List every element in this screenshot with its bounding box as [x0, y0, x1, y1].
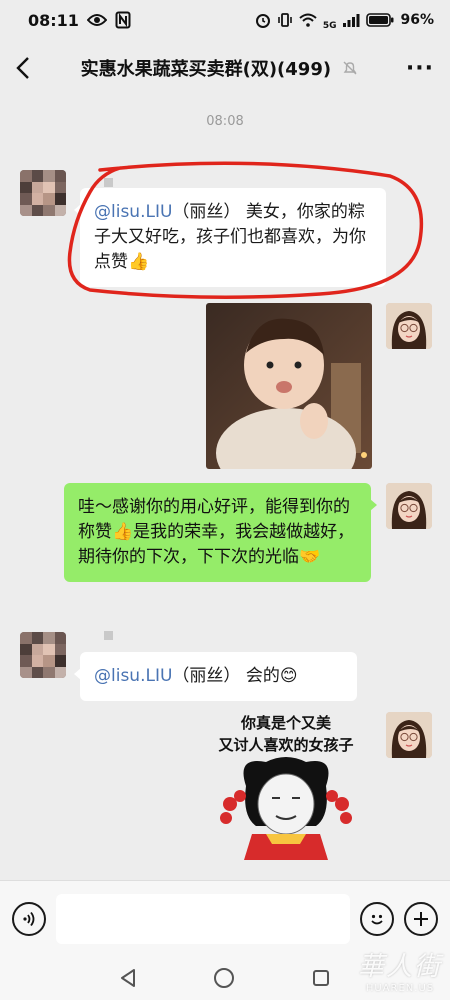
eye-icon — [86, 14, 107, 26]
message-input-bar — [0, 880, 450, 956]
chat-message-list[interactable]: 08:08 @lisu.LIU（丽丝） 美女，你家的粽子大又好吃，孩子们也都喜欢… — [0, 100, 450, 880]
bell-off-icon — [343, 61, 357, 75]
back-button[interactable] — [16, 53, 46, 83]
handshake-emoji: 🤝 — [299, 547, 321, 567]
circle-home-icon[interactable] — [213, 967, 235, 989]
vibrate-icon — [278, 13, 292, 27]
nfc-icon — [115, 11, 131, 29]
status-time: 08:11 — [28, 10, 79, 30]
chevron-left-icon — [16, 57, 29, 79]
avatar-sender-1[interactable] — [20, 632, 66, 678]
plus-icon — [414, 911, 428, 926]
avatar-sender-1[interactable] — [20, 170, 66, 216]
more-dots-icon: ··· — [405, 55, 434, 81]
avatar-self[interactable] — [386, 712, 432, 758]
photo-toddler-icon — [206, 303, 372, 469]
status-left: 08:11 — [28, 11, 131, 30]
sticker-caption-line-2: 又讨人喜欢的女孩子 — [218, 736, 354, 754]
mention-link[interactable]: @lisu.LIU — [94, 202, 172, 222]
image-message-toddler[interactable] — [206, 303, 372, 469]
status-right: 5G 96% — [255, 10, 434, 31]
smile-icon — [371, 914, 383, 924]
wifi-icon — [299, 13, 317, 27]
sticker-caption-line-1: 你真是个又美 — [240, 714, 331, 732]
network-type-label: 5G — [322, 20, 337, 31]
square-recent-icon[interactable] — [311, 968, 331, 988]
message-bubble-3[interactable]: 哇～感谢你的用心好评，能得到你的称赞👍是我的荣幸，我会越做越好，期待你的下次，下… — [64, 483, 377, 582]
message-bubble-4[interactable]: @lisu.LIU（丽丝） 会的😊 — [74, 652, 357, 701]
battery-icon — [366, 13, 394, 27]
message-text-input[interactable] — [56, 893, 350, 944]
chat-title-text: 实惠水果蔬菜买卖群(双)(499) — [80, 59, 332, 80]
chat-header: 实惠水果蔬菜买卖群(双)(499) ··· — [0, 40, 450, 96]
smile-emoji: 😊 — [279, 666, 298, 686]
more-functions-button[interactable] — [404, 901, 438, 936]
triangle-back-icon[interactable] — [119, 968, 137, 988]
meme-face-sticker-icon — [220, 757, 352, 860]
girl-avatar-icon — [386, 303, 432, 349]
thumbs-up-emoji: 👍 — [128, 252, 150, 272]
alarm-icon — [255, 14, 270, 28]
message-text: （丽丝） 会的 — [172, 666, 280, 686]
girl-avatar-icon — [386, 712, 432, 758]
voice-icon — [23, 911, 35, 926]
sender-nickname-hidden — [104, 178, 113, 187]
sender-nickname-hidden — [104, 631, 113, 640]
chat-title: 实惠水果蔬菜买卖群(双)(499) — [46, 55, 394, 81]
more-options-button[interactable]: ··· — [394, 56, 434, 81]
signal-icon — [343, 14, 360, 27]
avatar-self[interactable] — [386, 483, 432, 529]
message-timestamp: 08:08 — [206, 114, 244, 129]
sticker-message[interactable]: 你真是个又美 又讨人喜欢的女孩子 — [196, 712, 376, 862]
thumbs-up-emoji: 👍 — [112, 522, 134, 542]
battery-percent: 96% — [400, 12, 434, 28]
emoji-button[interactable] — [360, 901, 394, 936]
message-bubble-1[interactable]: @lisu.LIU（丽丝） 美女，你家的粽子大又好吃，孩子们也都喜欢，为你点赞👍 — [74, 188, 386, 287]
mention-link[interactable]: @lisu.LIU — [94, 666, 172, 686]
system-navigation-bar — [0, 956, 450, 1000]
voice-button[interactable] — [12, 901, 46, 936]
avatar-self[interactable] — [386, 303, 432, 349]
status-bar: 08:11 5G 96% — [0, 0, 450, 40]
girl-avatar-icon — [386, 483, 432, 529]
